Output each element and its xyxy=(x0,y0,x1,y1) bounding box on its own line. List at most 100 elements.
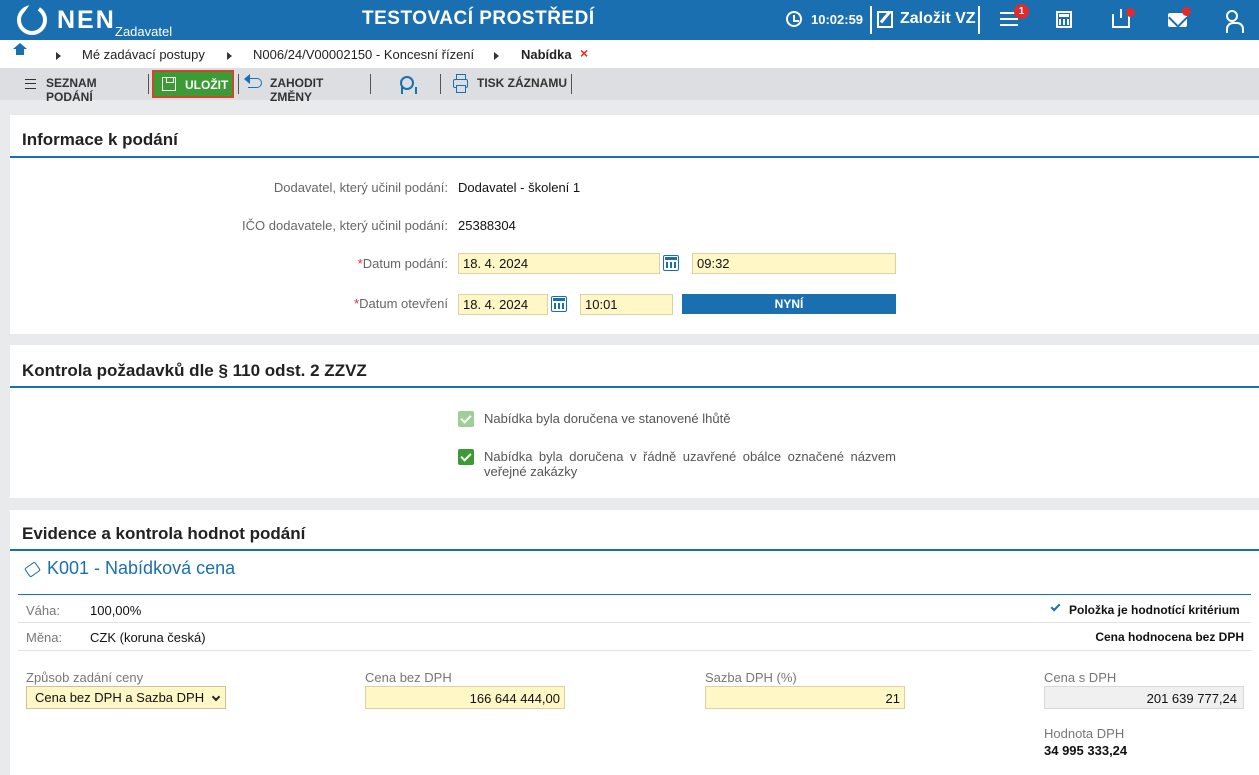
mail-alert-dot xyxy=(1182,7,1191,16)
home-icon[interactable] xyxy=(13,43,27,59)
list-icon xyxy=(25,79,36,89)
close-tab-icon[interactable]: × xyxy=(580,45,588,61)
divider xyxy=(18,650,1251,651)
divider xyxy=(18,622,1251,623)
calendar-icon[interactable] xyxy=(551,296,567,312)
panel-title: Kontrola požadavků dle § 110 odst. 2 ZZV… xyxy=(22,361,367,380)
deadline-checkbox xyxy=(458,411,474,427)
sealed-envelope-checkbox-label: Nabídka byla doručena v řádně uzavřené o… xyxy=(484,449,896,479)
vat-rate-input[interactable]: 21 xyxy=(705,686,905,709)
edit-icon xyxy=(877,11,893,28)
save-label: ULOŽIT xyxy=(185,78,229,92)
divider xyxy=(978,6,980,34)
panel-title: Informace k podání xyxy=(22,130,178,149)
panel-title: Evidence a kontrola hodnot podání xyxy=(22,524,306,543)
create-contract-label: Založit VZ xyxy=(900,10,976,27)
divider xyxy=(148,74,149,94)
price-gross-value: 201 639 777,24 xyxy=(1044,686,1244,709)
criterion-flag: Položka je hodnotící kritérium xyxy=(1069,603,1240,617)
mail-button[interactable] xyxy=(1162,4,1194,36)
clock-icon xyxy=(786,11,802,27)
deadline-checkbox-label: Nabídka byla doručena ve stanovené lhůtě xyxy=(484,411,731,426)
nen-logo-icon xyxy=(17,5,47,35)
price-net-input[interactable]: 166 644 444,00 xyxy=(365,686,565,709)
requirements-check-panel: Kontrola požadavků dle § 110 odst. 2 ZZV… xyxy=(10,345,1259,498)
submit-time-input[interactable]: 09:32 xyxy=(692,253,896,274)
divider xyxy=(370,74,371,94)
supplier-label: Dodavatel, který učinil podání: xyxy=(273,180,448,195)
discard-changes-button[interactable]: ZAHODIT ZMĚNY xyxy=(242,70,368,104)
weight-value: 100,00% xyxy=(90,603,142,618)
notification-badge: 1 xyxy=(1014,4,1029,19)
award-icon[interactable] xyxy=(400,76,417,94)
now-button[interactable]: NYNÍ xyxy=(682,294,896,314)
submit-date-input[interactable]: 18. 4. 2024 xyxy=(458,253,660,274)
divider xyxy=(238,74,239,94)
chevron-down-icon xyxy=(211,692,221,702)
evaluated-note: Cena hodnocena bez DPH xyxy=(1095,630,1244,644)
logo-text: NEN xyxy=(57,6,116,34)
ico-label: IČO dodavatele, který učinil podání: xyxy=(242,218,448,233)
calculator-icon[interactable] xyxy=(1056,11,1072,28)
submission-list-button[interactable]: SEZNAM PODÁNÍ xyxy=(18,70,146,104)
price-mode-label: Způsob zadání ceny xyxy=(26,670,144,685)
divider xyxy=(571,74,572,94)
supplier-value: Dodavatel - školení 1 xyxy=(458,180,581,195)
criterion-rule xyxy=(18,594,1251,595)
vat-value: 34 995 333,24 xyxy=(1044,743,1128,758)
top-bar: NEN Zadavatel TESTOVACÍ PROSTŘEDÍ 10:02:… xyxy=(0,0,1259,40)
create-contract-button[interactable]: Založit VZ xyxy=(874,4,978,36)
print-record-label: TISK ZÁZNAMU xyxy=(477,76,567,90)
logo-subtitle: Zadavatel xyxy=(115,24,173,39)
inbox-alert-dot xyxy=(1126,8,1135,17)
toolbar: SEZNAM PODÁNÍ ULOŽIT ZAHODIT ZMĚNY TISK … xyxy=(0,68,1259,104)
criterion-title: K001 - Nabídková cena xyxy=(47,558,236,578)
print-record-button[interactable]: TISK ZÁZNAMU xyxy=(446,70,568,98)
currency-value: CZK (koruna česká) xyxy=(90,630,206,645)
discard-changes-label: ZAHODIT ZMĚNY xyxy=(270,76,324,104)
ico-value: 25388304 xyxy=(458,218,516,233)
price-gross-label: Cena s DPH xyxy=(1044,670,1117,685)
breadcrumb-item[interactable]: Mé zadávací postupy xyxy=(82,47,205,62)
weight-label: Váha: xyxy=(26,603,60,618)
chevron-right-icon xyxy=(227,52,232,60)
chevron-right-icon xyxy=(56,52,61,60)
open-date-label-text: Datum otevření xyxy=(359,296,448,311)
submission-list-label: SEZNAM PODÁNÍ xyxy=(46,76,97,104)
chevron-right-icon xyxy=(494,52,499,60)
breadcrumb: Mé zadávací postupy N006/24/V00002150 - … xyxy=(0,40,1259,68)
session-timer: 10:02:59 xyxy=(811,12,864,27)
open-time-input[interactable]: 10:01 xyxy=(580,294,673,315)
submit-date-label: *Datum podání: xyxy=(210,256,448,271)
divider xyxy=(440,74,441,94)
submission-info-panel: Informace k podání Dodavatel, který učin… xyxy=(10,115,1259,334)
vat-rate-label: Sazba DPH (%) xyxy=(705,670,797,685)
save-icon xyxy=(162,77,176,91)
currency-label: Měna: xyxy=(26,630,63,645)
menu-button[interactable]: 1 xyxy=(994,2,1032,38)
panel-rule xyxy=(10,156,1259,158)
calendar-icon[interactable] xyxy=(663,255,679,271)
tag-icon xyxy=(24,561,41,578)
environment-title: TESTOVACÍ PROSTŘEDÍ xyxy=(362,8,595,29)
inbox-button[interactable] xyxy=(1106,4,1138,36)
print-icon xyxy=(453,74,468,93)
divider xyxy=(870,6,872,34)
sealed-envelope-checkbox[interactable] xyxy=(458,449,474,465)
submit-date-label-text: Datum podání: xyxy=(362,256,448,271)
vat-value-label: Hodnota DPH xyxy=(1044,726,1125,741)
panel-rule xyxy=(10,549,1259,551)
values-evidence-panel: Evidence a kontrola hodnot podání K001 -… xyxy=(10,510,1259,775)
breadcrumb-current: Nabídka xyxy=(521,47,572,62)
price-mode-select[interactable]: Cena bez DPH a Sazba DPH xyxy=(26,686,226,709)
open-date-input[interactable]: 18. 4. 2024 xyxy=(458,294,548,315)
panel-rule xyxy=(10,386,1259,388)
price-net-label: Cena bez DPH xyxy=(365,670,452,685)
open-date-label: *Datum otevření xyxy=(210,296,448,311)
save-button[interactable]: ULOŽIT xyxy=(152,70,234,98)
price-mode-value: Cena bez DPH a Sazba DPH xyxy=(35,690,205,705)
undo-icon xyxy=(244,74,262,88)
breadcrumb-item[interactable]: N006/24/V00002150 - Koncesní řízení xyxy=(253,47,474,62)
user-icon[interactable] xyxy=(1226,10,1244,33)
check-icon xyxy=(1050,601,1061,612)
